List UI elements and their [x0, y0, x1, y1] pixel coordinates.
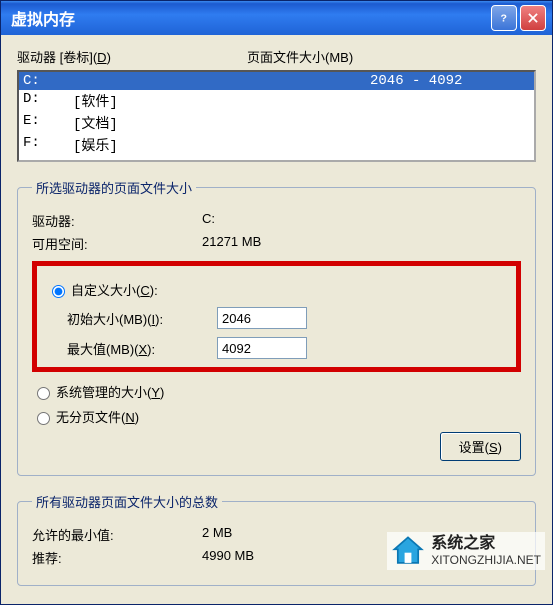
watermark-text: 系统之家 XITONGZHIJIA.NET [431, 534, 541, 568]
max-size-input[interactable] [217, 337, 307, 359]
drive-row[interactable]: C: 2046 - 4092 [19, 72, 534, 90]
recommended-label: 推荐: [32, 548, 202, 567]
watermark: 系统之家 XITONGZHIJIA.NET [387, 532, 545, 570]
drive-label: 驱动器: [32, 211, 202, 230]
radio-no-paging[interactable] [37, 412, 50, 425]
initial-size-label: 初始大小(MB)(I): [67, 309, 217, 328]
min-allowed-label: 允许的最小值: [32, 525, 202, 544]
list-header: 驱动器 [卷标](D) 页面文件大小(MB) [17, 47, 536, 66]
total-size-legend: 所有驱动器页面文件大小的总数 [32, 492, 222, 511]
virtual-memory-dialog: 虚拟内存 ? 驱动器 [卷标](D) 页面文件大小(MB) C: 2046 - … [0, 0, 553, 605]
help-button[interactable]: ? [491, 5, 517, 31]
titlebar: 虚拟内存 ? [1, 1, 552, 35]
highlight-box: 自定义大小(C): 初始大小(MB)(I): 最大值(MB)(X): [32, 261, 521, 372]
max-size-label: 最大值(MB)(X): [67, 339, 217, 358]
drive-row[interactable]: E: [文档] [19, 112, 534, 134]
pagefile-column-label: 页面文件大小(MB) [247, 47, 353, 66]
radio-none-label: 无分页文件(N) [56, 407, 139, 426]
close-button[interactable] [520, 5, 546, 31]
drive-listbox[interactable]: C: 2046 - 4092 D: [软件] E: [文档] F: [娱乐] [17, 70, 536, 162]
selected-drive-group: 所选驱动器的页面文件大小 驱动器: C: 可用空间: 21271 MB 自定义大… [17, 178, 536, 476]
close-icon [526, 11, 540, 25]
help-icon: ? [497, 11, 511, 25]
set-button[interactable]: 设置(S) [440, 432, 521, 461]
free-space-value: 21271 MB [202, 234, 261, 253]
drive-row[interactable]: F: [娱乐] [19, 134, 534, 156]
min-allowed-value: 2 MB [202, 525, 232, 544]
house-icon [391, 534, 425, 568]
drive-value: C: [202, 211, 215, 230]
drive-column-label: 驱动器 [卷标](D) [17, 47, 247, 66]
svg-text:?: ? [501, 13, 507, 25]
initial-size-input[interactable] [217, 307, 307, 329]
drive-row[interactable]: D: [软件] [19, 90, 534, 112]
radio-custom-size[interactable] [52, 285, 65, 298]
dialog-content: 驱动器 [卷标](D) 页面文件大小(MB) C: 2046 - 4092 D:… [1, 35, 552, 604]
selected-drive-legend: 所选驱动器的页面文件大小 [32, 178, 196, 197]
radio-system-managed[interactable] [37, 387, 50, 400]
radio-custom-label: 自定义大小(C): [71, 280, 158, 299]
radio-system-label: 系统管理的大小(Y) [56, 382, 164, 401]
recommended-value: 4990 MB [202, 548, 254, 567]
free-space-label: 可用空间: [32, 234, 202, 253]
window-title: 虚拟内存 [11, 6, 488, 30]
